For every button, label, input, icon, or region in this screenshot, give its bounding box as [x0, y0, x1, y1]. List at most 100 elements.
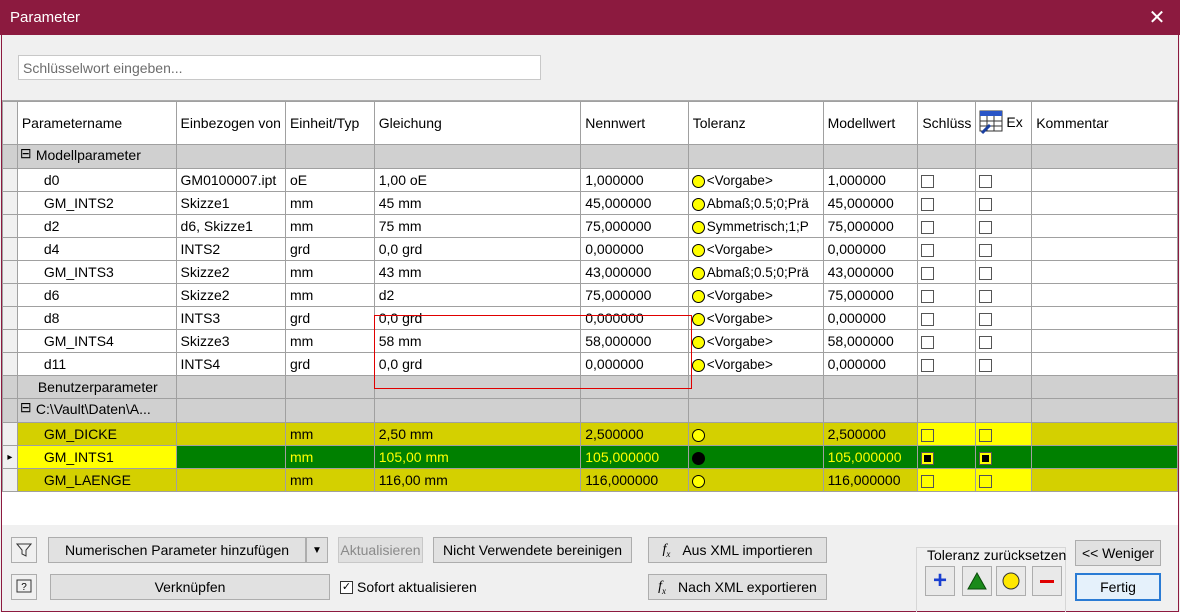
parameter-name[interactable]: d2: [16, 214, 177, 238]
tolerance-cell[interactable]: <Vorgabe>: [687, 237, 824, 261]
key-cell[interactable]: [917, 191, 977, 215]
export-checkbox[interactable]: [979, 451, 993, 465]
equation[interactable]: 116,00 mm: [373, 468, 582, 492]
col-header-key[interactable]: Schlüss: [917, 101, 977, 145]
col-header-tolerance[interactable]: Toleranz: [687, 101, 824, 145]
chevron-down-icon[interactable]: ▼: [306, 537, 328, 563]
tolerance-cell[interactable]: Abmaß;0.5;0;Prä: [687, 260, 824, 284]
unit[interactable]: mm: [284, 191, 375, 215]
collapse-icon[interactable]: ⊟: [20, 400, 36, 422]
group-row-model[interactable]: ⊟ Modellparameter: [2, 144, 1178, 169]
collapse-icon[interactable]: ⊟: [20, 146, 36, 168]
close-icon[interactable]: ✕: [1134, 0, 1180, 35]
key-checkbox[interactable]: [921, 451, 935, 465]
key-cell[interactable]: [917, 445, 977, 469]
row-header[interactable]: [2, 306, 18, 330]
parameter-name[interactable]: d4: [16, 237, 177, 261]
parameter-name[interactable]: GM_INTS1: [16, 445, 177, 469]
export-checkbox[interactable]: [979, 220, 993, 234]
table-row[interactable]: GM_DICKE mm 2,50 mm 2,500000 2,500000: [2, 422, 1178, 446]
comment[interactable]: [1031, 260, 1178, 284]
comment[interactable]: [1031, 237, 1178, 261]
table-row[interactable]: GM_INTS2 Skizze1 mm 45 mm 45,000000 Abmaß;0.5…: [2, 191, 1178, 215]
table-row[interactable]: d8 INTS3 grd 0,0 grd 0,000000 <Vorgabe> 0,0000…: [2, 306, 1178, 330]
export-cell[interactable]: [975, 306, 1033, 330]
col-header-comment[interactable]: Kommentar: [1031, 101, 1178, 145]
parameter-name[interactable]: d11: [16, 352, 177, 376]
equation[interactable]: 0,0 grd: [373, 237, 582, 261]
unit[interactable]: mm: [284, 283, 375, 307]
parameter-name[interactable]: d6: [16, 283, 177, 307]
comment[interactable]: [1031, 214, 1178, 238]
col-header-name[interactable]: Parametername: [16, 101, 177, 145]
equation[interactable]: 75 mm: [373, 214, 582, 238]
comment[interactable]: [1031, 422, 1178, 446]
export-checkbox[interactable]: [979, 312, 993, 326]
key-cell[interactable]: [917, 283, 977, 307]
parameter-name[interactable]: GM_INTS4: [16, 329, 177, 353]
unit[interactable]: mm: [284, 260, 375, 284]
tolerance-nominal-icon[interactable]: [996, 566, 1026, 596]
comment[interactable]: [1031, 352, 1178, 376]
export-xml-button[interactable]: fx Nach XML exportieren: [648, 574, 827, 600]
comment[interactable]: [1031, 445, 1178, 469]
tolerance-cell[interactable]: <Vorgabe>: [687, 283, 824, 307]
comment[interactable]: [1031, 283, 1178, 307]
tolerance-cell[interactable]: [687, 445, 824, 469]
tolerance-cell[interactable]: Abmaß;0.5;0;Prä: [687, 191, 824, 215]
row-header[interactable]: [2, 468, 18, 492]
row-header[interactable]: [2, 398, 18, 423]
col-header-nominal[interactable]: Nennwert: [580, 101, 689, 145]
equation[interactable]: d2: [373, 283, 582, 307]
done-button[interactable]: Fertig: [1075, 573, 1161, 601]
parameter-name[interactable]: GM_LAENGE: [16, 468, 177, 492]
key-checkbox[interactable]: [921, 335, 935, 349]
key-checkbox[interactable]: [921, 174, 935, 188]
search-input[interactable]: [18, 55, 541, 80]
purge-unused-button[interactable]: Nicht Verwendete bereinigen: [433, 537, 632, 563]
parameter-name[interactable]: GM_INTS2: [16, 191, 177, 215]
export-checkbox[interactable]: [979, 243, 993, 257]
equation[interactable]: 45 mm: [373, 191, 582, 215]
update-button[interactable]: Aktualisieren: [338, 537, 423, 563]
unit[interactable]: grd: [284, 352, 375, 376]
export-cell[interactable]: [975, 283, 1033, 307]
key-checkbox[interactable]: [921, 428, 935, 442]
add-numeric-parameter-button[interactable]: Numerischen Parameter hinzufügen: [48, 537, 306, 563]
table-row[interactable]: GM_INTS4 Skizze3 mm 58 mm 58,000000 <Vorgabe>…: [2, 329, 1178, 353]
unit[interactable]: oE: [284, 168, 375, 192]
key-cell[interactable]: [917, 168, 977, 192]
table-row[interactable]: d2 d6, Skizze1 mm 75 mm 75,000000 Symmetrisch…: [2, 214, 1178, 238]
row-header[interactable]: [2, 168, 18, 192]
immediate-update-checkbox[interactable]: ✓ Sofort aktualisieren: [340, 579, 477, 595]
tolerance-cell[interactable]: Symmetrisch;1;P: [687, 214, 824, 238]
row-header[interactable]: [2, 352, 18, 376]
key-checkbox[interactable]: [921, 358, 935, 372]
export-cell[interactable]: [975, 329, 1033, 353]
export-checkbox[interactable]: [979, 474, 993, 488]
table-row-selected[interactable]: ▸ GM_INTS1 mm 105,00 mm 105,000000 105,000000: [2, 445, 1178, 469]
table-row[interactable]: d0 GM0100007.ipt oE 1,00 oE 1,000000 <Vorgabe…: [2, 168, 1178, 192]
export-cell[interactable]: [975, 191, 1033, 215]
unit[interactable]: mm: [284, 445, 375, 469]
comment[interactable]: [1031, 329, 1178, 353]
table-row[interactable]: GM_INTS3 Skizze2 mm 43 mm 43,000000 Abmaß;0.5…: [2, 260, 1178, 284]
key-cell[interactable]: [917, 237, 977, 261]
key-checkbox[interactable]: [921, 312, 935, 326]
equation[interactable]: 0,0 grd: [373, 352, 582, 376]
filter-icon[interactable]: [11, 537, 37, 563]
row-header[interactable]: [2, 144, 18, 169]
export-checkbox[interactable]: [979, 428, 993, 442]
comment[interactable]: [1031, 468, 1178, 492]
tolerance-cell[interactable]: [687, 468, 824, 492]
col-header-equation[interactable]: Gleichung: [373, 101, 582, 145]
tolerance-cell[interactable]: <Vorgabe>: [687, 168, 824, 192]
unit[interactable]: grd: [284, 237, 375, 261]
export-checkbox[interactable]: [979, 289, 993, 303]
key-cell[interactable]: [917, 352, 977, 376]
key-checkbox[interactable]: [921, 289, 935, 303]
link-button[interactable]: Verknüpfen: [50, 574, 330, 600]
checkbox-check-icon[interactable]: ✓: [340, 580, 353, 594]
key-cell[interactable]: [917, 468, 977, 492]
less-button[interactable]: << Weniger: [1075, 540, 1161, 566]
